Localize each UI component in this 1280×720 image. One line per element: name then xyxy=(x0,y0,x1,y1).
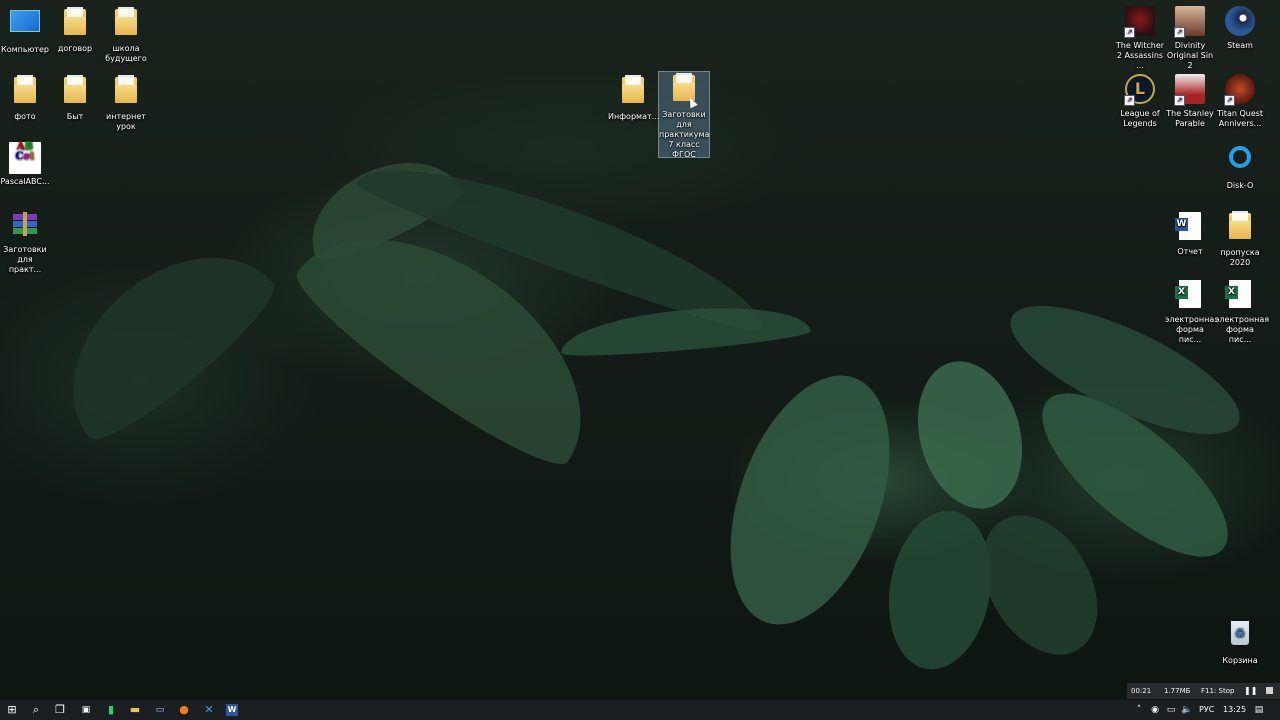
recycle-bin-icon: ♻ xyxy=(1231,621,1249,645)
app-icon[interactable]: ▮ xyxy=(103,702,119,718)
desktop-icon-computer[interactable]: Компьютер xyxy=(0,6,50,55)
folder-icon xyxy=(14,75,36,103)
desktop-icon-titan-quest[interactable]: ↗ Titan Quest Annivers... xyxy=(1215,74,1265,129)
desktop-icon-internet-urok[interactable]: интернет урок xyxy=(101,74,151,132)
folder-icon xyxy=(115,7,137,35)
folder-icon xyxy=(115,75,137,103)
network-icon[interactable]: ▭ xyxy=(1163,702,1179,718)
volume-icon[interactable]: 🔈 xyxy=(1179,702,1195,718)
recorder-size: 1.77МБ xyxy=(1164,687,1191,695)
recorder-time: 00:21 xyxy=(1131,687,1152,695)
chevron-up-icon[interactable]: ˄ xyxy=(1131,702,1147,718)
firefox-icon[interactable]: ● xyxy=(176,702,192,718)
screen-recorder-bar: 00:21 1.77МБ F11: Stop ❚❚ xyxy=(1127,683,1280,699)
desktop-icon-recycle-bin[interactable]: ♻ Корзина xyxy=(1215,618,1265,666)
app-icon[interactable]: ▭ xyxy=(152,702,168,718)
search-icon[interactable]: ⌕ xyxy=(28,702,44,718)
app-icon[interactable]: ▣ xyxy=(78,702,94,718)
desktop-icon-dogovor[interactable]: договор xyxy=(50,6,100,54)
folder-icon xyxy=(622,75,644,103)
start-icon[interactable]: ⊞ xyxy=(4,702,20,718)
excel-document-icon: X xyxy=(1225,280,1251,308)
desktop-icon-pascalabc[interactable]: AB Cet PascalABC... xyxy=(0,142,50,187)
word-icon[interactable]: W xyxy=(226,704,238,716)
language-indicator[interactable]: РУС xyxy=(1199,703,1214,717)
excel-document-icon: X xyxy=(1175,280,1201,308)
desktop-icon-zagotovki-archive[interactable]: Заготовки для практ... xyxy=(0,210,50,275)
folder-icon xyxy=(64,75,86,103)
desktop-icon-informatika[interactable]: Информат... xyxy=(608,74,659,122)
desktop-icon-shkola[interactable]: школа будущего xyxy=(101,6,151,64)
desktop-icon-excel-1[interactable]: X электронная форма пис... xyxy=(1165,278,1219,345)
desktop-icon-foto[interactable]: фото xyxy=(0,74,50,122)
this-pc-icon xyxy=(10,10,40,32)
steam-icon xyxy=(1225,6,1255,36)
desktop-icon-byt[interactable]: Быт xyxy=(50,74,100,122)
taskbar: ⊞ ⌕ ❐ ▣ ▮ ▬ ▭ ● ✕ W ˄ ◉ ▭ 🔈 РУС 13:25 ▤ xyxy=(0,700,1280,720)
app-icon[interactable]: ✕ xyxy=(201,702,217,718)
desktop-icon-stanley[interactable]: ↗ The Stanley Parable xyxy=(1165,74,1215,129)
word-document-icon: W xyxy=(1175,212,1201,240)
desktop-icon-zagotovki-folder[interactable]: Заготовки для практикума 7 класс ФГОС xyxy=(658,71,710,159)
folder-icon xyxy=(64,7,86,35)
recorder-stop-hint[interactable]: F11: Stop xyxy=(1201,686,1234,696)
pause-icon[interactable]: ❚❚ xyxy=(1244,686,1257,696)
desktop-icon-steam[interactable]: Steam xyxy=(1215,6,1265,51)
file-explorer-icon[interactable]: ▬ xyxy=(127,702,143,718)
desktop-icon-propuska[interactable]: пропуска 2020 xyxy=(1215,210,1265,268)
desktop-icon-divinity[interactable]: ↗ Divinity Original Sin 2 xyxy=(1165,6,1215,71)
desktop-icon-disk-o[interactable]: Disk-O xyxy=(1215,142,1265,191)
desktop-icon-excel-2[interactable]: X электронная форма пис... xyxy=(1215,278,1269,345)
desktop-icon-otchet[interactable]: W Отчет xyxy=(1165,210,1215,257)
pascalabc-icon: AB Cet xyxy=(9,142,41,174)
desktop-icon-league[interactable]: L ↗ League of Legends xyxy=(1115,74,1165,129)
winrar-archive-icon xyxy=(9,210,41,242)
notifications-icon[interactable]: ▤ xyxy=(1251,702,1267,718)
tray-app-icon[interactable]: ◉ xyxy=(1147,702,1163,718)
desktop-icon-witcher[interactable]: ↗ The Witcher 2 Assassins ... xyxy=(1115,6,1165,71)
taskbar-clock[interactable]: 13:25 xyxy=(1223,703,1246,717)
disk-o-icon xyxy=(1229,146,1251,168)
task-view-icon[interactable]: ❐ xyxy=(52,702,68,718)
folder-icon xyxy=(1229,211,1251,239)
stop-icon[interactable] xyxy=(1266,687,1273,694)
